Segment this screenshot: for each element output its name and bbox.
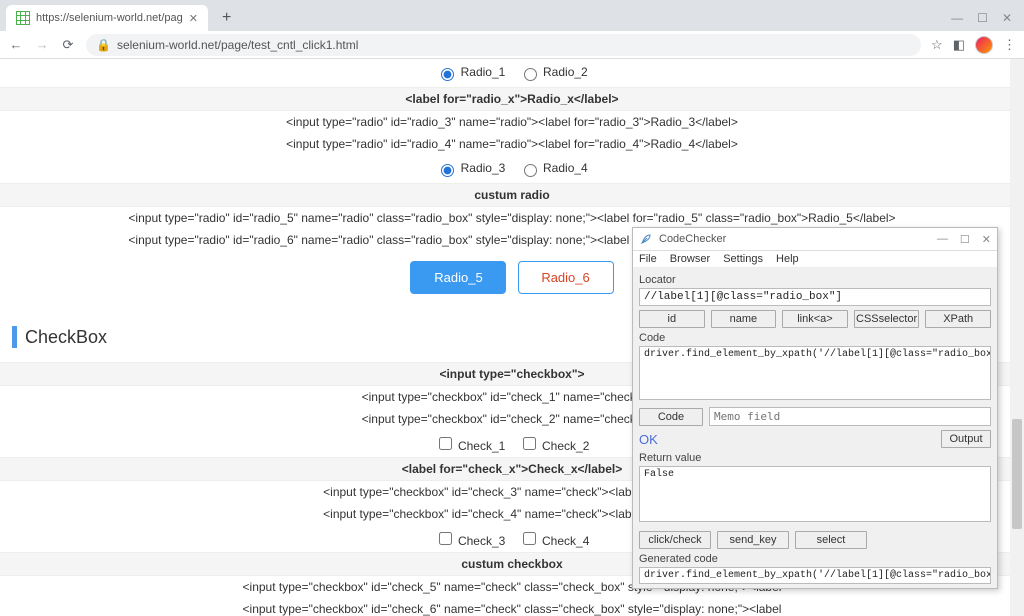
- locator-input[interactable]: [639, 288, 991, 306]
- radio-2[interactable]: Radio_2: [519, 65, 588, 79]
- select-button[interactable]: select: [795, 531, 867, 549]
- check-4[interactable]: Check_4: [519, 534, 590, 548]
- locator-label: Locator: [639, 274, 991, 286]
- feather-icon: [639, 232, 653, 246]
- id-button[interactable]: id: [639, 310, 705, 328]
- scrollbar-thumb[interactable]: [1012, 419, 1022, 529]
- section-bar-icon: [12, 326, 17, 348]
- radio-1[interactable]: Radio_1: [436, 65, 505, 79]
- cc-close-button[interactable]: ✕: [982, 233, 991, 246]
- url-text: selenium-world.net/page/test_cntl_click1…: [117, 38, 358, 52]
- memo-input[interactable]: [709, 407, 991, 426]
- window-close-button[interactable]: ✕: [1002, 11, 1012, 25]
- xpath-button[interactable]: XPath: [925, 310, 991, 328]
- menu-help[interactable]: Help: [776, 253, 799, 265]
- forward-button[interactable]: →: [34, 37, 50, 52]
- generated-code-output[interactable]: driver.find_element_by_xpath('//label[1]…: [639, 567, 991, 584]
- address-bar[interactable]: 🔒 selenium-world.net/page/test_cntl_clic…: [86, 34, 921, 56]
- header-custom-radio: custum radio: [0, 183, 1024, 207]
- codechecker-window[interactable]: CodeChecker — ☐ ✕ File Browser Settings …: [632, 227, 998, 589]
- new-tab-button[interactable]: +: [216, 9, 237, 31]
- link-button[interactable]: link<a>: [782, 310, 848, 328]
- return-textarea[interactable]: [639, 466, 991, 522]
- browser-tab[interactable]: https://selenium-world.net/pag ✕: [6, 5, 208, 31]
- profile-avatar[interactable]: [975, 36, 993, 54]
- code-radio-4: <input type="radio" id="radio_4" name="r…: [0, 133, 1024, 155]
- custom-radio-6-button[interactable]: Radio_6: [518, 261, 614, 294]
- clickcheck-button[interactable]: click/check: [639, 531, 711, 549]
- return-label: Return value: [639, 452, 991, 464]
- code-check-6: <input type="checkbox" id="check_6" name…: [0, 598, 1024, 616]
- code-radio-5: <input type="radio" id="radio_5" name="r…: [0, 207, 1024, 229]
- menu-icon[interactable]: ⋮: [1003, 37, 1016, 53]
- back-button[interactable]: ←: [8, 37, 24, 52]
- menu-file[interactable]: File: [639, 253, 657, 265]
- tab-close-icon[interactable]: ✕: [189, 12, 198, 25]
- output-button[interactable]: Output: [941, 430, 991, 448]
- custom-radio-5-button[interactable]: Radio_5: [410, 261, 506, 294]
- code-radio-3: <input type="radio" id="radio_3" name="r…: [0, 111, 1024, 133]
- favicon-icon: [16, 11, 30, 25]
- extension-icon[interactable]: ◧: [953, 37, 965, 53]
- codechecker-title: CodeChecker: [659, 233, 937, 245]
- check-3[interactable]: Check_3: [435, 534, 506, 548]
- cc-maximize-button[interactable]: ☐: [960, 233, 970, 246]
- menu-settings[interactable]: Settings: [723, 253, 763, 265]
- sendkey-button[interactable]: send_key: [717, 531, 789, 549]
- code-label: Code: [639, 332, 991, 344]
- codechecker-menu: File Browser Settings Help: [633, 251, 997, 268]
- radio-3[interactable]: Radio_3: [436, 161, 505, 175]
- bookmark-star-icon[interactable]: ☆: [931, 37, 943, 53]
- browser-toolbar: ← → ⟳ 🔒 selenium-world.net/page/test_cnt…: [0, 31, 1024, 59]
- check-1[interactable]: Check_1: [435, 439, 506, 453]
- generated-code-label: Generated code: [639, 553, 991, 565]
- tab-title: https://selenium-world.net/pag: [36, 12, 183, 24]
- reload-button[interactable]: ⟳: [60, 37, 76, 53]
- cssselector-button[interactable]: CSSselector: [854, 310, 920, 328]
- check-2[interactable]: Check_2: [519, 439, 590, 453]
- name-button[interactable]: name: [711, 310, 777, 328]
- menu-browser[interactable]: Browser: [670, 253, 710, 265]
- status-ok: OK: [639, 432, 658, 447]
- code-button[interactable]: Code: [639, 408, 703, 426]
- header-label-radiox: <label for="radio_x">Radio_x</label>: [0, 87, 1024, 111]
- window-maximize-button[interactable]: ☐: [977, 11, 988, 25]
- code-textarea[interactable]: [639, 346, 991, 400]
- browser-tabstrip: https://selenium-world.net/pag ✕ + — ☐ ✕: [0, 0, 1024, 31]
- lock-icon: 🔒: [96, 38, 111, 52]
- cc-minimize-button[interactable]: —: [937, 233, 948, 246]
- radio-4[interactable]: Radio_4: [519, 161, 588, 175]
- window-minimize-button[interactable]: —: [951, 11, 963, 25]
- page-scrollbar[interactable]: [1010, 59, 1024, 616]
